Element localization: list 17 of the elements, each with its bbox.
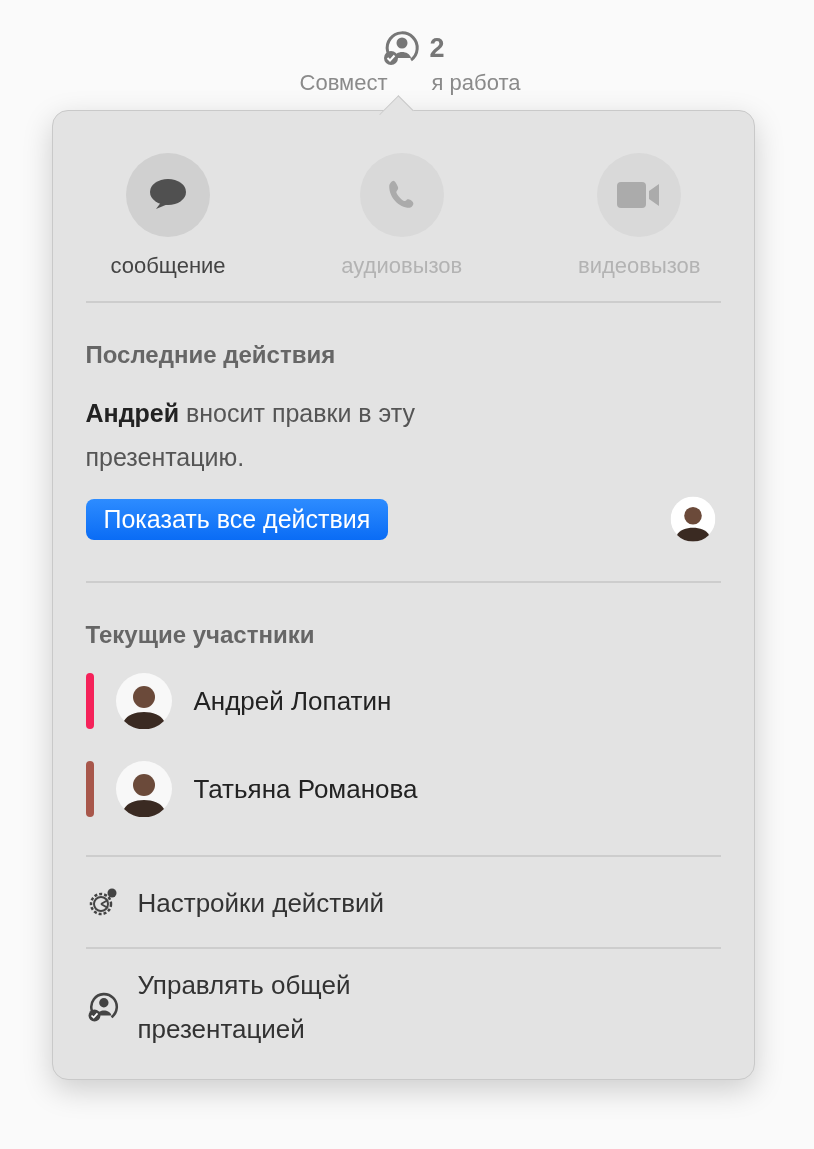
message-button[interactable]: сообщение xyxy=(110,153,226,279)
avatar-icon xyxy=(670,496,715,542)
toolbar-label: Совмест xyxy=(299,72,388,97)
avatar-icon xyxy=(115,673,172,729)
menu-item[interactable]: Управлять общей презентацией xyxy=(85,949,721,1059)
participant-name: Татьяна Романова xyxy=(193,773,418,805)
participant-count: 2 xyxy=(429,32,445,64)
menu-item[interactable]: Настройки действий xyxy=(85,857,721,947)
section-heading: Последние действия xyxy=(85,341,337,369)
collaboration-icon xyxy=(381,28,422,68)
show-all-activity-button[interactable]: Показать все действия xyxy=(85,498,389,540)
section-heading: Текущие участники xyxy=(85,621,316,649)
activity-text: Андрей вносит правки в эту презентацию. xyxy=(85,398,416,473)
video-camera-icon xyxy=(617,180,662,210)
avatar-icon xyxy=(115,761,172,817)
toolbar-label: я работа xyxy=(431,72,521,97)
participant-name: Андрей Лопатин xyxy=(193,685,392,717)
